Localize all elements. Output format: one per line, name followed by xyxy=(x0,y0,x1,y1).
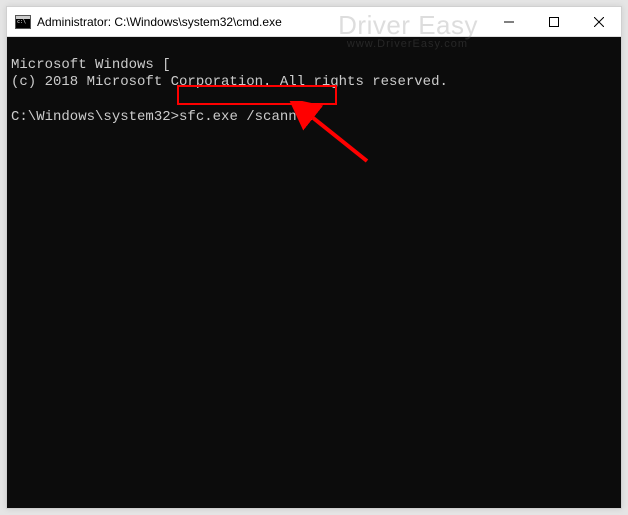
console-line-version: Microsoft Windows [ xyxy=(11,57,171,73)
console-command: sfc.exe /scannow xyxy=(179,109,313,125)
minimize-button[interactable] xyxy=(486,7,531,36)
console-line-copyright: (c) 2018 Microsoft Corporation. All righ… xyxy=(11,74,448,90)
cmd-icon xyxy=(15,15,31,29)
window-title: Administrator: C:\Windows\system32\cmd.e… xyxy=(37,15,486,29)
maximize-button[interactable] xyxy=(531,7,576,36)
close-button[interactable] xyxy=(576,7,621,36)
titlebar[interactable]: Administrator: C:\Windows\system32\cmd.e… xyxy=(7,7,621,37)
console-area[interactable]: Microsoft Windows [ (c) 2018 Microsoft C… xyxy=(7,37,621,508)
window-controls xyxy=(486,7,621,36)
cmd-window: Administrator: C:\Windows\system32\cmd.e… xyxy=(6,6,622,509)
console-prompt: C:\Windows\system32> xyxy=(11,109,179,125)
